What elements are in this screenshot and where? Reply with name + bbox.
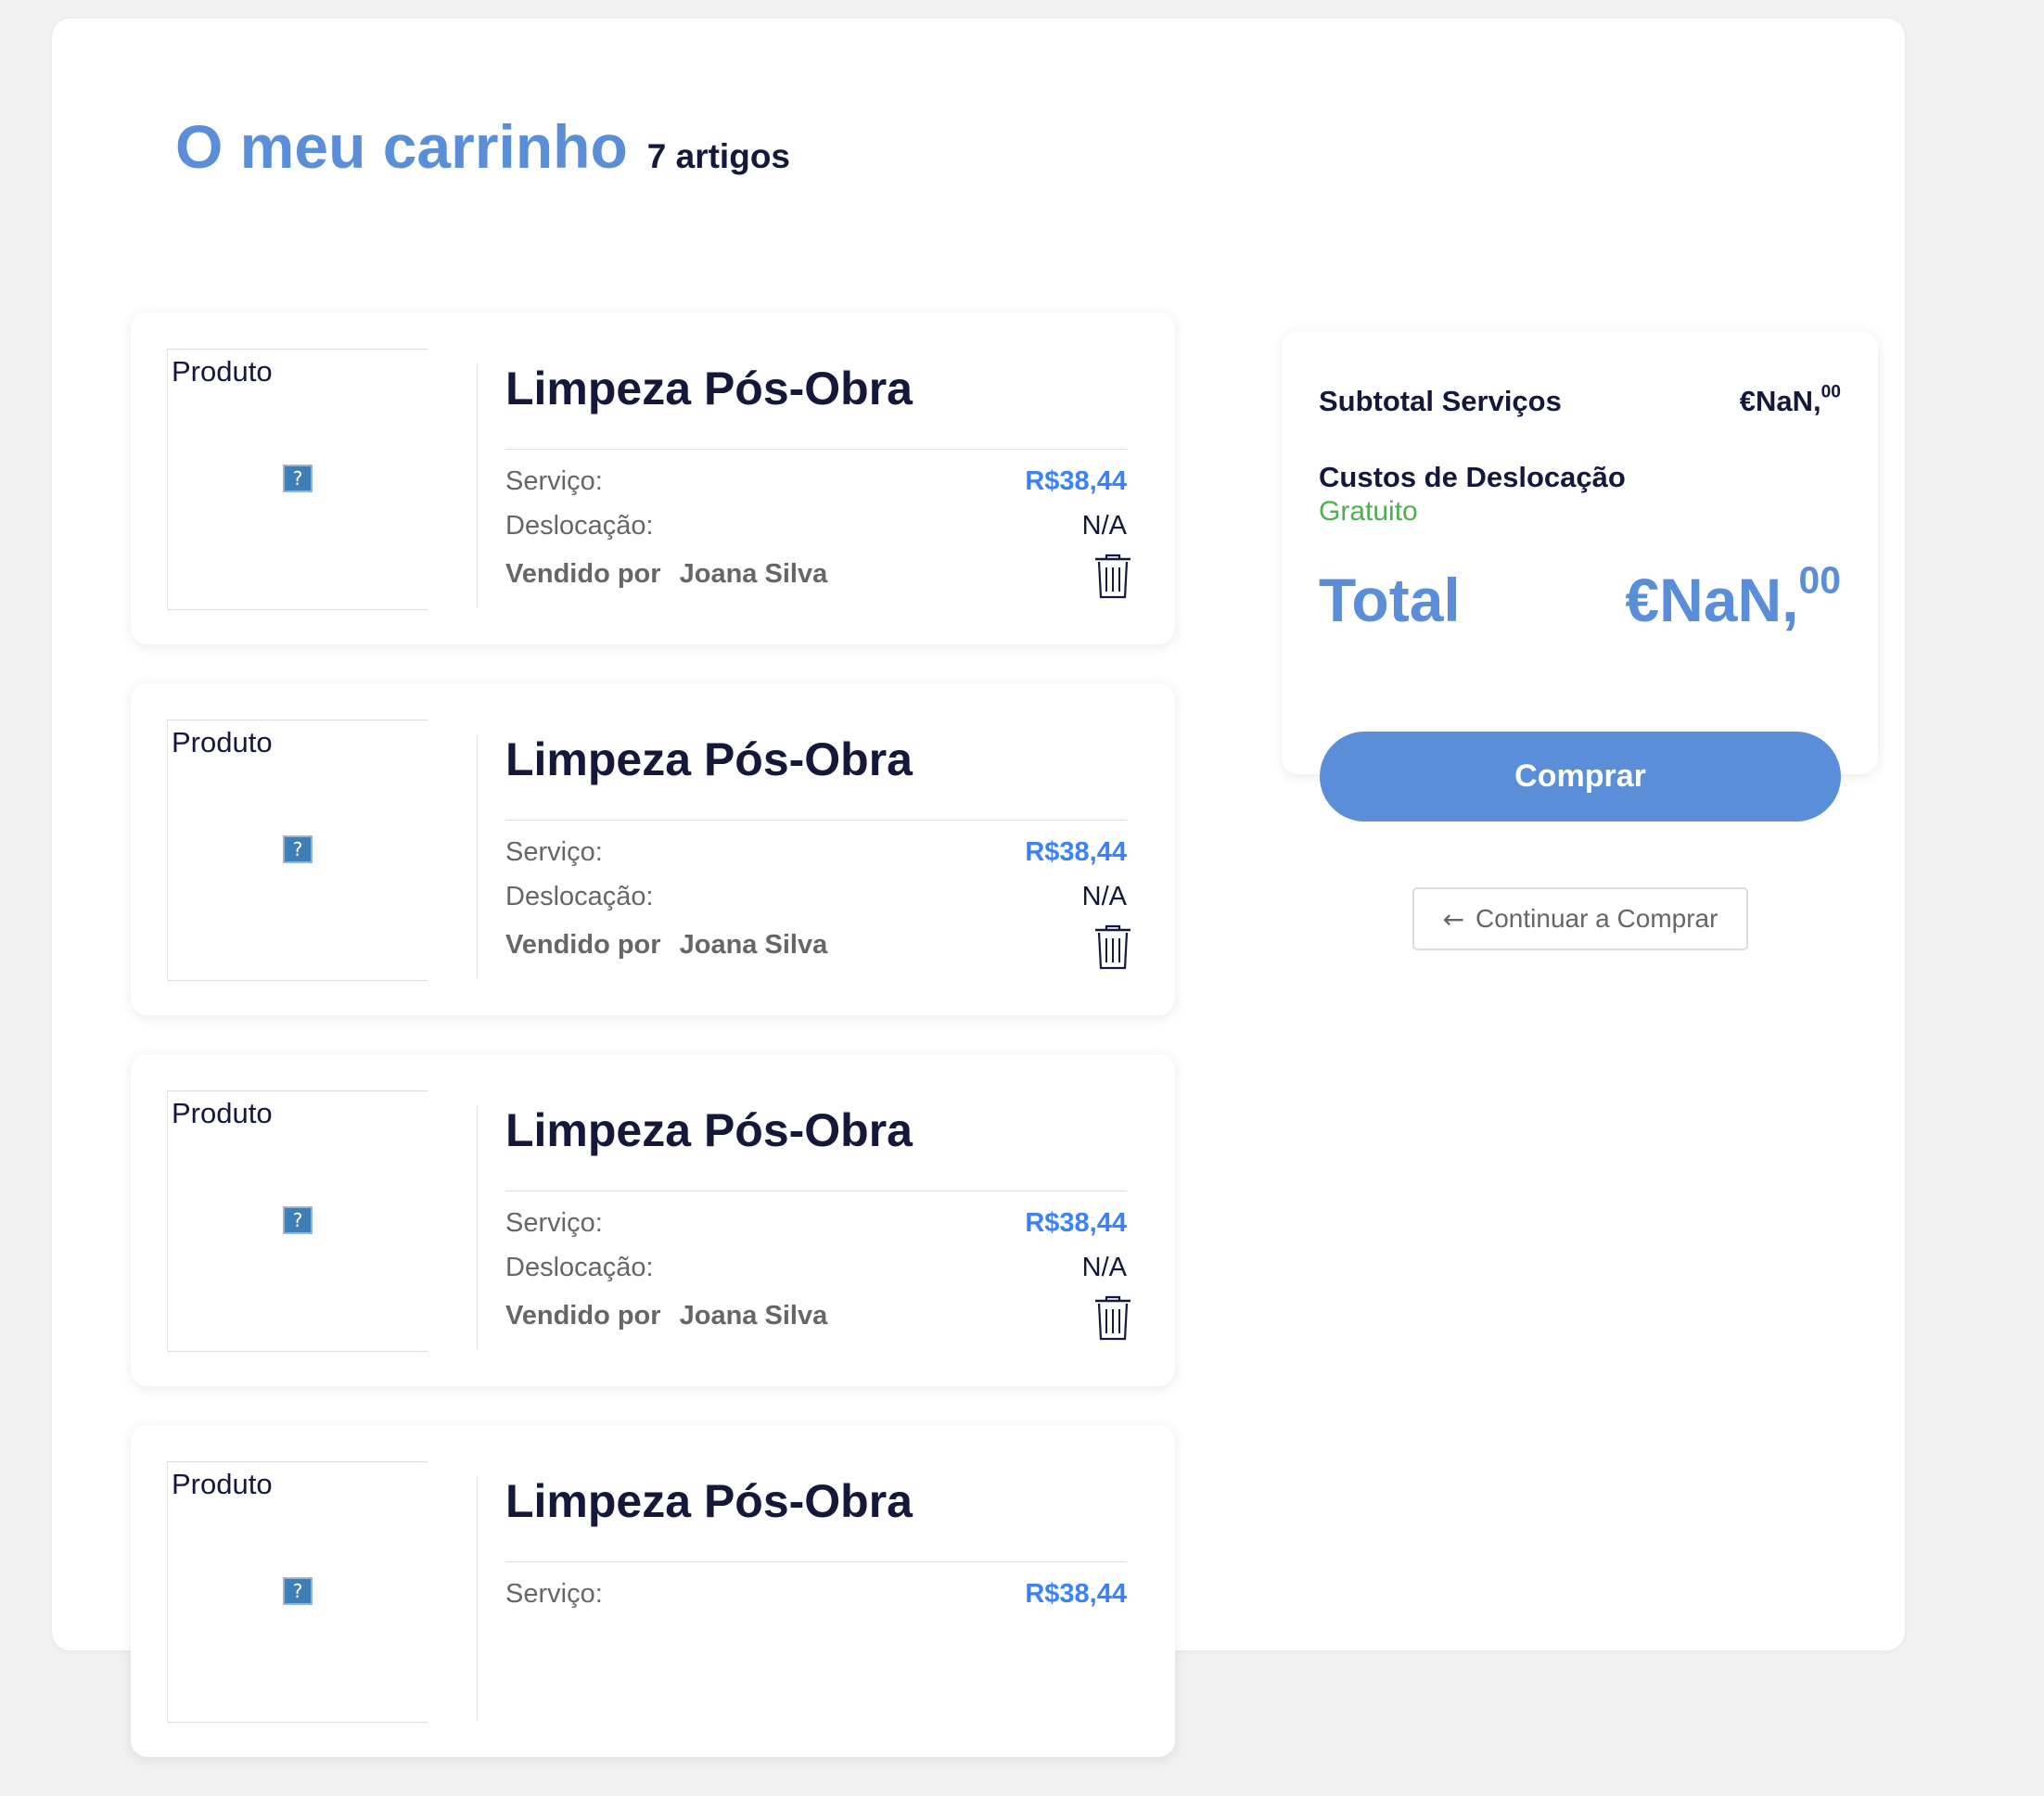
travel-row: Deslocação: N/A [505, 511, 1127, 541]
divider [505, 449, 1127, 450]
buy-button[interactable]: Comprar [1320, 732, 1841, 822]
service-price: R$38,44 [1025, 1579, 1127, 1609]
service-row: Serviço: R$38,44 [505, 837, 1127, 868]
travel-label: Deslocação: [505, 882, 654, 911]
total-row: Total €NaN,00 [1319, 561, 1841, 635]
total-cents: 00 [1798, 558, 1841, 602]
service-price: R$38,44 [1025, 466, 1127, 496]
cart-items-list: Produto ? Limpeza Pós-Obra Serviço: R$38… [131, 312, 1175, 1796]
cart-item: Produto ? Limpeza Pós-Obra Serviço: R$38… [131, 312, 1175, 644]
service-price: R$38,44 [1025, 837, 1127, 867]
sold-by-label: Vendido por [505, 1301, 661, 1331]
product-name[interactable]: Limpeza Pós-Obra [505, 1474, 913, 1528]
service-row: Serviço: R$38,44 [505, 466, 1127, 497]
sold-by-label: Vendido por [505, 930, 661, 960]
product-image: Produto ? [167, 349, 428, 610]
divider [477, 364, 478, 607]
service-row: Serviço: R$38,44 [505, 1208, 1127, 1239]
product-image: Produto ? [167, 720, 428, 981]
travel-row: Deslocação: N/A [505, 1253, 1127, 1283]
service-label: Serviço: [505, 1579, 603, 1609]
seller-info: Vendido por Joana Silva [505, 559, 827, 590]
travel-value: N/A [1081, 511, 1127, 541]
seller-name[interactable]: Joana Silva [680, 930, 828, 960]
product-name[interactable]: Limpeza Pós-Obra [505, 362, 913, 415]
service-label: Serviço: [505, 466, 603, 496]
subtotal-label: Subtotal Serviços [1319, 385, 1562, 417]
product-image-alt: Produto [172, 1468, 273, 1500]
continue-shopping-button[interactable]: ← Continuar a Comprar [1412, 887, 1748, 950]
total-value: €NaN,00 [1625, 561, 1841, 635]
seller-info: Vendido por Joana Silva [505, 930, 827, 961]
seller-info: Vendido por Joana Silva [505, 1301, 827, 1331]
trash-icon[interactable] [1092, 924, 1133, 971]
product-image-alt: Produto [172, 355, 273, 388]
broken-image-icon: ? [283, 1206, 313, 1234]
divider [477, 1477, 478, 1720]
travel-label: Deslocação: [505, 511, 654, 541]
service-price: R$38,44 [1025, 1208, 1127, 1238]
product-name[interactable]: Limpeza Pós-Obra [505, 1103, 913, 1157]
sold-by-label: Vendido por [505, 559, 661, 589]
subtotal-value: €NaN,00 [1739, 382, 1841, 418]
divider [505, 1561, 1127, 1562]
travel-costs: Custos de Deslocação Gratuito [1319, 461, 1626, 528]
product-image-alt: Produto [172, 726, 273, 758]
item-count: 7 artigos [646, 137, 790, 175]
continue-shopping-label: Continuar a Comprar [1476, 904, 1718, 933]
travel-label: Deslocação: [505, 1253, 654, 1282]
service-label: Serviço: [505, 1208, 603, 1238]
trash-icon[interactable] [1092, 554, 1133, 600]
travel-row: Deslocação: N/A [505, 882, 1127, 912]
service-row: Serviço: R$38,44 [505, 1579, 1127, 1610]
arrow-left-icon: ← [1442, 903, 1464, 935]
subtotal-row: Subtotal Serviços €NaN,00 [1319, 382, 1841, 418]
cart-page: O meu carrinho 7 artigos Produto ? Limpe… [52, 19, 1905, 1757]
broken-image-icon: ? [283, 465, 313, 492]
trash-icon[interactable] [1092, 1295, 1133, 1342]
cart-item: Produto ? Limpeza Pós-Obra Serviço: R$38… [131, 1425, 1175, 1757]
seller-name[interactable]: Joana Silva [680, 1301, 828, 1331]
product-name[interactable]: Limpeza Pós-Obra [505, 732, 913, 786]
divider [477, 735, 478, 978]
cart-item: Produto ? Limpeza Pós-Obra Serviço: R$38… [131, 1054, 1175, 1386]
travel-costs-label: Custos de Deslocação [1319, 461, 1626, 493]
page-title: O meu carrinho [175, 112, 628, 181]
order-summary: Subtotal Serviços €NaN,00 Custos de Desl… [1282, 331, 1878, 774]
divider [505, 820, 1127, 821]
divider [477, 1106, 478, 1349]
seller-name[interactable]: Joana Silva [680, 559, 828, 589]
total-amount: €NaN, [1625, 566, 1799, 634]
broken-image-icon: ? [283, 835, 313, 863]
product-image: Produto ? [167, 1461, 428, 1723]
cart-item: Produto ? Limpeza Pós-Obra Serviço: R$38… [131, 683, 1175, 1015]
product-image: Produto ? [167, 1090, 428, 1352]
subtotal-amount: €NaN, [1739, 385, 1821, 417]
total-label: Total [1319, 566, 1461, 634]
travel-value: N/A [1081, 1253, 1127, 1282]
broken-image-icon: ? [283, 1577, 313, 1605]
service-label: Serviço: [505, 837, 603, 867]
travel-costs-value: Gratuito [1319, 496, 1418, 527]
product-image-alt: Produto [172, 1097, 273, 1129]
subtotal-cents: 00 [1820, 382, 1841, 402]
cart-heading: O meu carrinho 7 artigos [175, 111, 790, 182]
travel-value: N/A [1081, 882, 1127, 911]
